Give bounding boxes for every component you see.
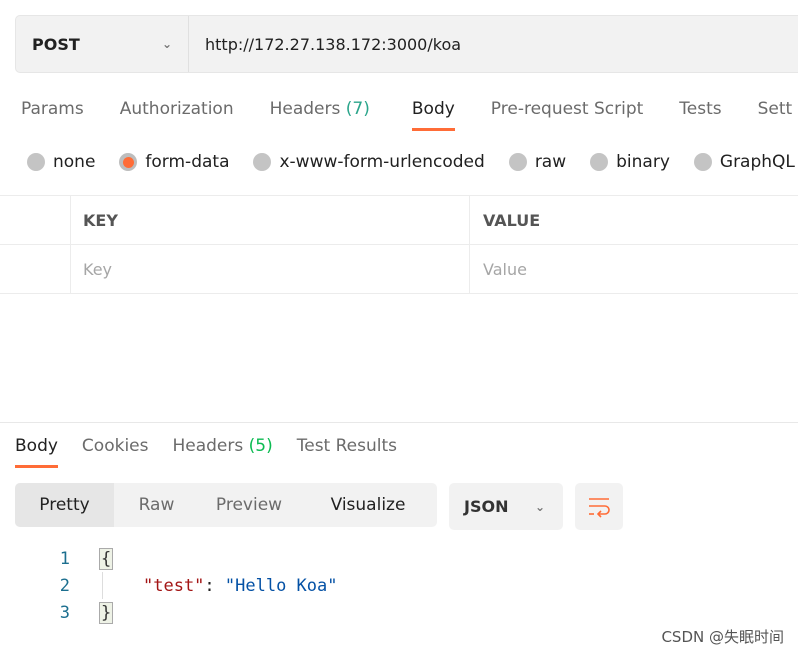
body-type-radios: none form-data x-www-form-urlencoded raw… xyxy=(27,152,798,172)
view-pretty[interactable]: Pretty xyxy=(15,483,114,527)
json-key: "test" xyxy=(143,576,205,596)
json-value: "Hello Koa" xyxy=(224,576,338,596)
tab-params[interactable]: Params xyxy=(21,99,84,119)
pane-divider[interactable] xyxy=(0,422,798,423)
tab-authorization[interactable]: Authorization xyxy=(120,99,234,119)
radio-icon xyxy=(590,153,609,171)
json-colon: : xyxy=(204,576,225,596)
radio-icon xyxy=(508,153,527,171)
open-brace: { xyxy=(99,548,114,570)
response-tab-cookies[interactable]: Cookies xyxy=(82,436,149,456)
key-input[interactable]: Key xyxy=(71,245,470,293)
view-visualize[interactable]: Visualize xyxy=(299,483,437,527)
tab-headers[interactable]: Headers (7) xyxy=(270,99,370,119)
value-input[interactable]: Value xyxy=(470,245,527,293)
code-line-2: "test": "Hello Koa" xyxy=(143,576,338,596)
tab-tests[interactable]: Tests xyxy=(679,99,721,119)
tab-pre-request-script[interactable]: Pre-request Script xyxy=(491,99,644,119)
radio-icon xyxy=(253,153,272,171)
wrap-lines-icon xyxy=(589,497,610,518)
table-header-row: KEY VALUE xyxy=(0,196,798,245)
chevron-down-icon: ⌄ xyxy=(534,499,545,514)
response-tab-body[interactable]: Body xyxy=(15,436,58,468)
radio-none[interactable]: none xyxy=(27,152,95,172)
tab-settings[interactable]: Sett xyxy=(758,99,793,119)
radio-x-www-form-urlencoded[interactable]: x-www-form-urlencoded xyxy=(253,152,485,172)
method-label: POST xyxy=(32,34,80,54)
line-number: 2 xyxy=(59,576,70,596)
view-mode-selector: Pretty Raw Preview Visualize xyxy=(15,483,437,527)
radio-label: GraphQL xyxy=(719,152,795,172)
radio-graphql[interactable]: GraphQL xyxy=(693,152,795,172)
format-label: JSON xyxy=(464,497,509,516)
headers-count: (7) xyxy=(345,99,370,119)
url-input[interactable]: http://172.27.138.172:3000/koa xyxy=(189,35,461,54)
column-header-value: VALUE xyxy=(483,210,541,230)
line-number: 3 xyxy=(59,603,70,623)
radio-icon xyxy=(693,153,712,171)
radio-binary[interactable]: binary xyxy=(590,152,670,172)
watermark: CSDN @失眠时间 xyxy=(661,628,784,646)
view-preview[interactable]: Preview xyxy=(199,483,299,527)
radio-label: form-data xyxy=(145,152,230,172)
line-number: 1 xyxy=(59,549,70,569)
close-brace: } xyxy=(99,602,114,624)
response-headers-count: (5) xyxy=(248,436,273,456)
form-data-table: KEY VALUE Key Value xyxy=(0,195,798,294)
response-tabs: Body Cookies Headers (5) Test Results xyxy=(15,436,397,468)
tab-body[interactable]: Body xyxy=(411,99,455,131)
wrap-lines-button[interactable] xyxy=(575,483,623,530)
code-line-3: } xyxy=(99,602,114,624)
request-tabs: Params Authorization Headers (7) Body Pr… xyxy=(21,99,793,131)
method-select[interactable]: POST ⌄ xyxy=(16,16,189,72)
response-tab-test-results[interactable]: Test Results xyxy=(297,436,397,456)
chevron-down-icon: ⌄ xyxy=(161,37,172,51)
response-tab-headers-label: Headers xyxy=(172,436,244,456)
radio-label: none xyxy=(53,152,96,172)
radio-icon xyxy=(27,153,45,171)
format-select[interactable]: JSON ⌄ xyxy=(449,483,563,530)
code-line-1: { xyxy=(99,548,114,570)
tab-headers-label: Headers xyxy=(269,99,341,119)
view-raw[interactable]: Raw xyxy=(114,483,199,527)
radio-raw[interactable]: raw xyxy=(508,152,567,172)
radio-form-data[interactable]: form-data xyxy=(119,152,229,172)
radio-label: raw xyxy=(534,152,567,172)
url-bar: POST ⌄ http://172.27.138.172:3000/koa xyxy=(15,15,798,73)
table-row: Key Value xyxy=(0,245,798,294)
response-tab-headers[interactable]: Headers (5) xyxy=(172,436,272,456)
radio-selected-icon xyxy=(119,153,138,171)
radio-label: binary xyxy=(616,152,670,172)
column-header-key: KEY xyxy=(71,196,470,244)
radio-label: x-www-form-urlencoded xyxy=(279,152,485,172)
